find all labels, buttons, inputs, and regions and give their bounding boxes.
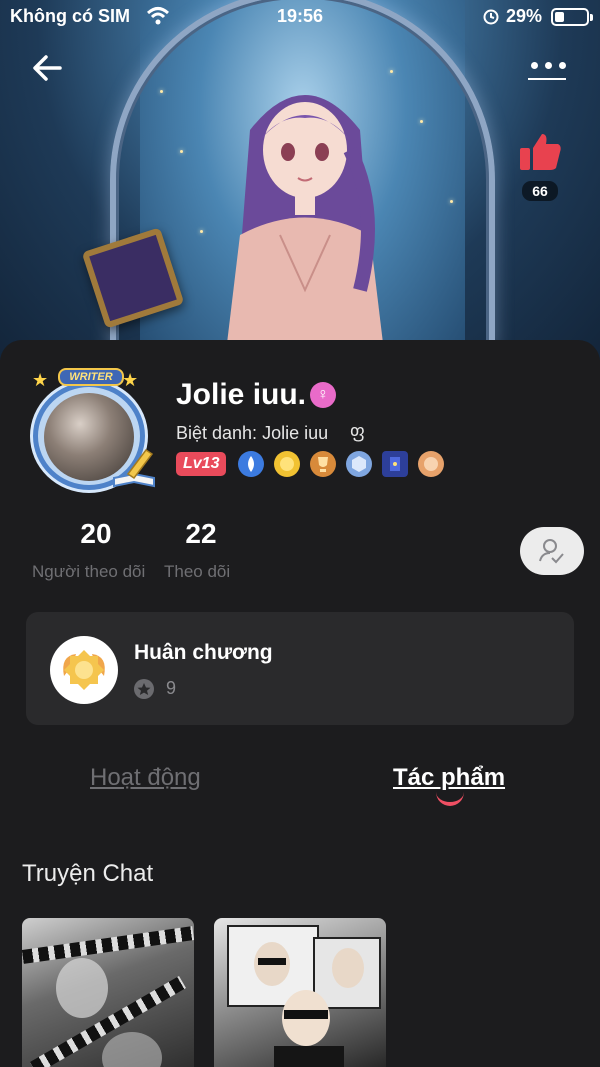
story-card[interactable] — [214, 918, 386, 1067]
writer-badge: WRITER — [58, 368, 124, 386]
medals-title: Huân chương — [134, 641, 273, 664]
tab-works[interactable]: Tác phẩm — [393, 764, 505, 792]
battery-percent: 29% — [506, 6, 543, 26]
badge-row: Lv13 — [176, 450, 445, 478]
more-options-button[interactable] — [526, 58, 570, 86]
female-gender-icon: ♀ — [310, 382, 336, 408]
alarm-icon — [482, 7, 500, 30]
like-count: 66 — [522, 181, 558, 201]
profile-nickname: Biệt danh: Jolie iuu — [176, 423, 329, 443]
sparkle — [200, 230, 203, 233]
peach-badge-icon[interactable] — [418, 451, 445, 477]
dot-icon — [559, 62, 566, 69]
hexagon-badge-icon[interactable] — [346, 451, 373, 477]
medals-count: 9 — [166, 678, 177, 698]
sparkle — [160, 90, 163, 93]
battery-icon — [551, 8, 593, 26]
follow-status-button[interactable] — [520, 527, 584, 575]
star-icon: ★ — [32, 370, 49, 390]
sparkle — [420, 120, 423, 123]
followers-label: Người theo dõi — [32, 562, 146, 581]
trophy-badge-icon[interactable] — [310, 451, 337, 477]
story-cover-image — [56, 958, 162, 1067]
sparkle — [180, 150, 183, 153]
story-card[interactable] — [22, 918, 194, 1067]
edit-nickname-icon[interactable]: ფ — [350, 421, 365, 442]
status-bar: Không có SIM 19:56 29% — [0, 0, 600, 34]
sparkle — [450, 200, 453, 203]
followers-count: 20 — [80, 518, 112, 549]
following-count: 22 — [185, 518, 217, 549]
character-illustration — [225, 95, 385, 360]
thumbs-up-icon — [520, 134, 561, 170]
dot-icon — [545, 62, 552, 69]
back-button[interactable] — [28, 48, 68, 88]
dot-icon — [531, 62, 538, 69]
like-button[interactable]: 66 — [514, 132, 566, 201]
sun-badge-icon[interactable] — [274, 451, 301, 477]
following-label: Theo dõi — [164, 562, 231, 581]
arrow-left-icon — [33, 55, 62, 81]
pen-book-icon — [113, 448, 155, 488]
level-badge[interactable]: Lv13 — [176, 452, 227, 476]
following-stat[interactable]: 22 Theo dõi — [164, 518, 238, 582]
medal-icon — [50, 636, 118, 704]
book-badge-icon[interactable] — [382, 451, 409, 477]
star-icon: ★ — [122, 370, 139, 390]
medals-card[interactable]: Huân chương 9 — [26, 612, 574, 725]
profile-banner — [0, 0, 600, 360]
profile-name: Jolie iuu. — [176, 378, 307, 411]
story-cover-image — [227, 925, 381, 1067]
section-title: Truyện Chat — [22, 860, 154, 887]
tab-activity[interactable]: Hoạt động — [90, 764, 201, 792]
more-underline — [528, 78, 566, 80]
avatar[interactable]: WRITER ★ ★ — [18, 368, 158, 496]
followers-stat[interactable]: 20 Người theo dõi — [32, 518, 160, 582]
medal-star-icon — [134, 679, 154, 699]
user-check-icon — [539, 539, 564, 564]
drop-badge-icon[interactable] — [238, 451, 265, 477]
